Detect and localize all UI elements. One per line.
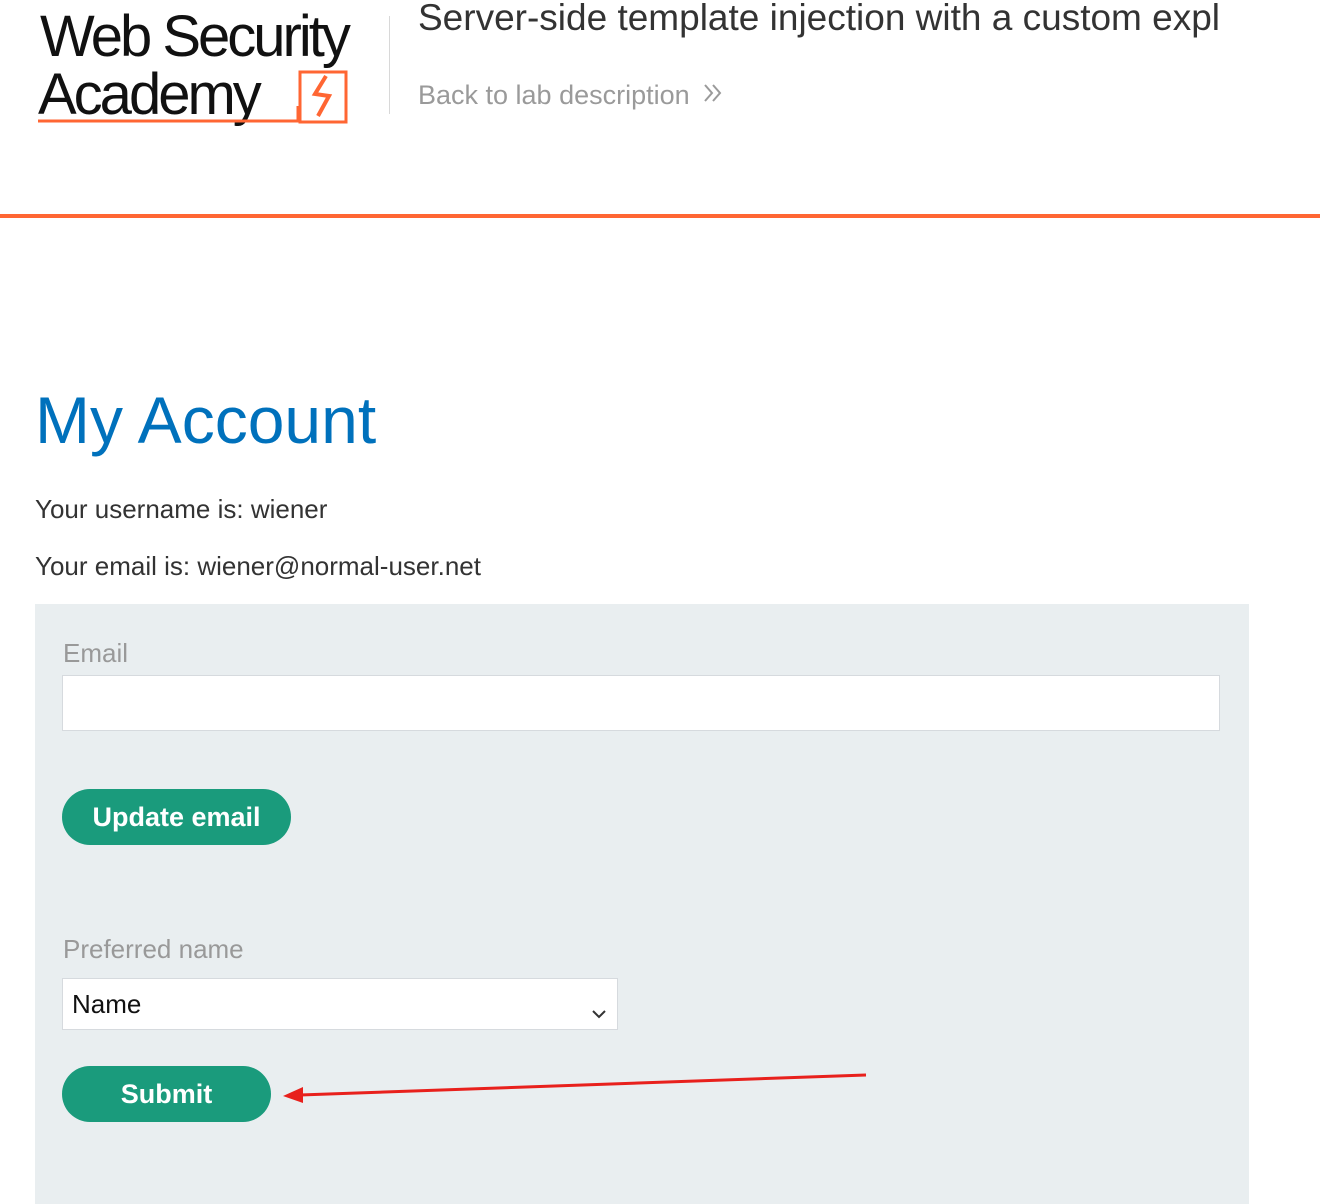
page-title: My Account bbox=[35, 383, 377, 457]
chevron-down-icon bbox=[591, 997, 607, 1028]
preferred-name-selected-value: Name bbox=[72, 988, 142, 1019]
update-email-button[interactable]: Update email bbox=[62, 789, 291, 845]
preferred-name-select[interactable]: Name bbox=[62, 978, 618, 1030]
lightning-bolt-icon bbox=[38, 70, 348, 124]
preferred-name-label: Preferred name bbox=[63, 934, 244, 964]
page: Web Security Academy Server-side templat… bbox=[0, 0, 1320, 1204]
web-security-academy-logo[interactable]: Web Security Academy bbox=[36, 8, 386, 128]
header-accent-bar bbox=[0, 214, 1320, 218]
email-label: Email bbox=[63, 638, 129, 668]
back-to-lab-description-link[interactable]: Back to lab description bbox=[418, 80, 724, 111]
back-link-label: Back to lab description bbox=[418, 80, 690, 110]
lab-title: Server-side template injection with a cu… bbox=[418, 0, 1221, 38]
header-divider bbox=[389, 16, 390, 114]
email-input[interactable] bbox=[62, 675, 1220, 731]
account-form-panel: Email Update email Preferred name Name S… bbox=[35, 604, 1249, 1204]
submit-button[interactable]: Submit bbox=[62, 1066, 271, 1122]
username-info: Your username is: wiener bbox=[35, 494, 328, 524]
double-chevron-right-icon bbox=[702, 80, 724, 111]
email-info: Your email is: wiener@normal-user.net bbox=[35, 551, 481, 581]
